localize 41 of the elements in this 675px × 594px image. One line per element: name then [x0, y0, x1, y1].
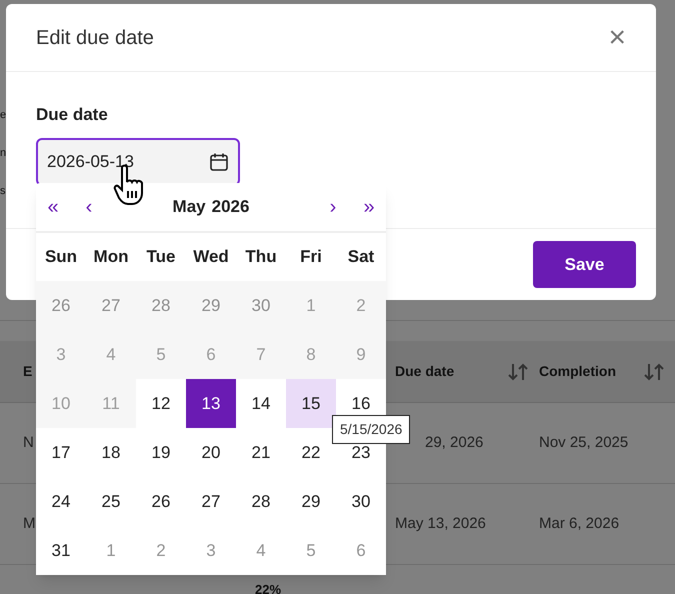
- table-cell: May 13, 2026: [395, 514, 486, 532]
- day-cell: 10: [36, 379, 86, 428]
- day-cell: 9: [336, 330, 386, 379]
- cut-off-text: s: [0, 184, 6, 198]
- day-cell: 8: [286, 330, 336, 379]
- day-cell: 4: [86, 330, 136, 379]
- day-cell: 3: [36, 330, 86, 379]
- dialog-title: Edit due date: [36, 26, 154, 50]
- day-cell: 6: [186, 330, 236, 379]
- month-label: May: [172, 196, 206, 218]
- cut-off-text: e: [0, 108, 6, 122]
- weekday-label: Thu: [245, 247, 277, 266]
- day-cell: 28: [136, 281, 186, 330]
- tooltip: 5/15/2026: [332, 415, 410, 444]
- weekday-label: Tue: [146, 247, 176, 266]
- column-header: E: [23, 362, 32, 381]
- day-cell: 26: [36, 281, 86, 330]
- day-cell: 29: [186, 281, 236, 330]
- column-header: Completion: [539, 362, 616, 381]
- table-cell: M: [23, 514, 36, 532]
- day-cell: 2: [336, 281, 386, 330]
- table-cell: Nov 25, 2025: [539, 434, 628, 451]
- field-label: Due date: [36, 104, 108, 126]
- day-cell: 5: [136, 330, 186, 379]
- weekday-label: Sat: [348, 247, 374, 266]
- table-cell: N: [23, 434, 34, 451]
- day-cell: 1: [286, 281, 336, 330]
- weekday-label: Mon: [94, 247, 128, 266]
- year-label: 2026: [212, 196, 250, 218]
- column-header: Due date: [395, 362, 454, 381]
- day-cell: 27: [86, 281, 136, 330]
- weekday-label: Fri: [300, 247, 322, 266]
- percentage-text: 22%: [255, 582, 282, 594]
- day-cell: 30: [236, 281, 286, 330]
- table-cell: 29, 2026: [425, 434, 484, 451]
- weekday-label: Sun: [44, 247, 78, 266]
- day-cell: 7: [236, 330, 286, 379]
- day-cell: 11: [86, 379, 136, 428]
- cut-off-text: n: [0, 146, 6, 160]
- table-cell: Mar 6, 2026: [539, 514, 620, 532]
- weekday-label: Wed: [193, 247, 229, 266]
